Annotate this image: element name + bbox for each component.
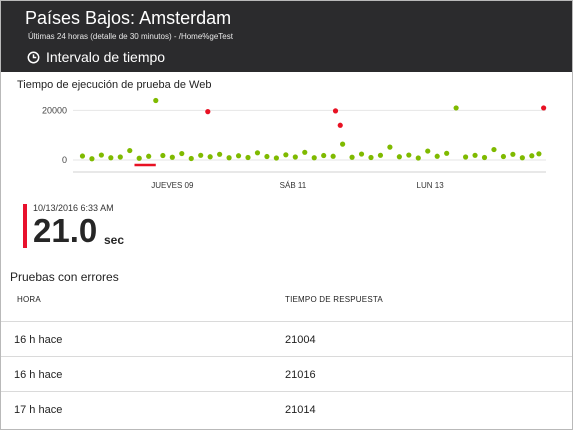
chart-title: Tiempo de ejecución de prueba de Web: [17, 79, 212, 91]
data-point: [205, 109, 211, 115]
data-point: [283, 152, 289, 158]
column-header-response[interactable]: TIEMPO DE RESPUESTA: [285, 295, 383, 304]
data-point: [472, 152, 478, 158]
data-point: [337, 122, 343, 128]
data-point: [529, 153, 535, 159]
data-point: [127, 147, 133, 154]
data-point: [444, 150, 450, 156]
data-point: [491, 146, 497, 153]
data-point: [254, 150, 261, 156]
time-range-button[interactable]: Intervalo de tiempo: [27, 46, 165, 68]
data-point: [415, 155, 421, 161]
data-point: [245, 154, 251, 161]
data-point: [321, 152, 327, 159]
web-test-scatter-chart[interactable]: 20000 0 JUEVES 09 SÁB 11 LUN 13: [1, 93, 572, 193]
row-time: 16 h hace: [14, 369, 63, 381]
data-point: [462, 154, 469, 160]
data-point: [311, 155, 317, 161]
data-point: [332, 108, 339, 114]
data-point: [387, 144, 393, 150]
data-point: [330, 153, 336, 159]
data-point: [179, 150, 185, 157]
data-point: [519, 155, 525, 161]
row-time: 17 h hace: [14, 404, 63, 416]
data-point: [500, 153, 507, 160]
data-point: [160, 152, 166, 159]
blade-title: Países Bajos: Amsterdam: [25, 8, 232, 28]
data-point: [273, 155, 279, 161]
blade-subtitle: Últimas 24 horas (detalle de 30 minutos)…: [28, 32, 233, 41]
metric-accent-bar: [23, 204, 27, 248]
data-point: [207, 154, 213, 160]
data-point: [510, 151, 516, 157]
data-point: [217, 151, 223, 157]
time-range-label: Intervalo de tiempo: [46, 49, 166, 65]
data-point: [146, 153, 152, 159]
column-header-time[interactable]: HORA: [17, 295, 41, 304]
x-tick-label: LUN 13: [417, 181, 445, 190]
table-row[interactable]: 16 h hace 21016: [1, 356, 572, 391]
data-point: [235, 153, 242, 159]
y-tick-label: 0: [62, 155, 67, 165]
data-point: [108, 155, 114, 161]
data-point: [89, 156, 95, 162]
row-response: 21014: [285, 404, 316, 416]
row-time: 16 h hace: [14, 334, 63, 346]
table-row[interactable]: 16 h hace 21004: [1, 321, 572, 356]
data-point: [541, 105, 547, 111]
data-point: [169, 154, 175, 160]
y-tick-label: 20000: [42, 105, 67, 115]
clock-icon: [27, 51, 40, 63]
availability-blade: Países Bajos: Amsterdam Últimas 24 horas…: [0, 0, 573, 430]
table-row[interactable]: 17 h hace 21014: [1, 391, 572, 426]
data-point: [264, 153, 270, 160]
data-point: [79, 153, 86, 159]
data-point: [425, 148, 431, 154]
data-point: [136, 155, 142, 161]
data-point: [188, 155, 194, 162]
data-point: [406, 152, 412, 158]
data-point: [434, 153, 440, 159]
x-tick-label: JUEVES 09: [151, 181, 194, 190]
data-point: [117, 154, 123, 160]
data-point: [98, 152, 104, 158]
data-point: [536, 151, 542, 157]
row-response: 21016: [285, 369, 316, 381]
data-point: [198, 152, 204, 158]
data-point: [153, 97, 159, 104]
data-point: [453, 105, 459, 111]
failures-title: Pruebas con errores: [10, 270, 119, 284]
data-point: [358, 151, 365, 157]
data-point: [292, 154, 298, 160]
data-point: [396, 154, 402, 160]
metric-value: 21.0: [33, 212, 98, 249]
data-point: [368, 154, 374, 161]
x-tick-label: SÁB 11: [280, 181, 307, 190]
metric-unit: sec: [104, 233, 125, 247]
data-point: [349, 154, 355, 160]
data-point: [302, 149, 308, 155]
blade-header: Países Bajos: Amsterdam Últimas 24 horas…: [1, 1, 572, 72]
data-point: [377, 152, 384, 158]
data-point: [340, 141, 346, 147]
data-point: [226, 155, 232, 161]
data-point: [481, 154, 488, 161]
row-response: 21004: [285, 334, 316, 346]
